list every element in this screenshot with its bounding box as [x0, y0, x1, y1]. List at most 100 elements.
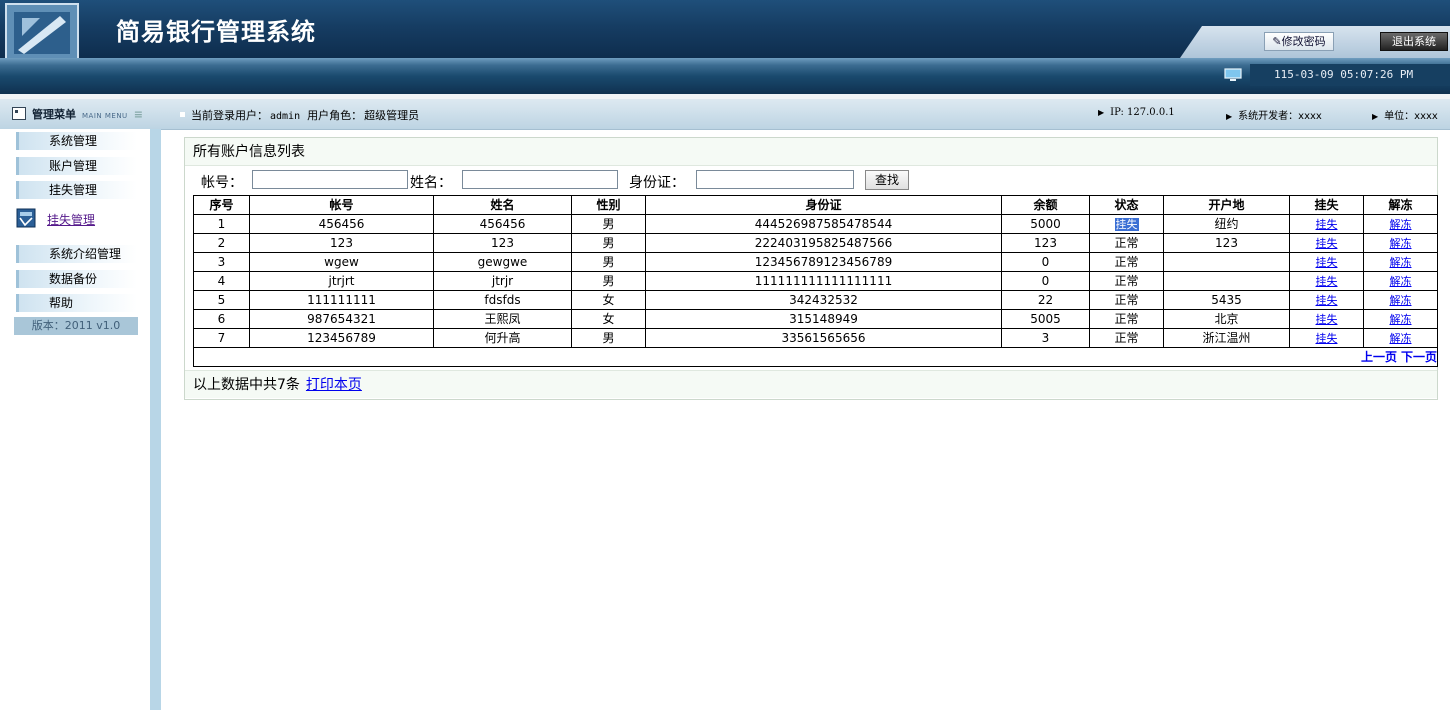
sidebar-item-account-management[interactable]: 账户管理 [16, 157, 137, 175]
unfreeze-link[interactable]: 解冻 [1390, 294, 1412, 307]
cell-balance: 22 [1001, 290, 1090, 310]
cell-status: 正常 [1089, 233, 1164, 253]
cell-gender: 女 [571, 309, 646, 329]
header-index: 序号 [193, 195, 250, 215]
report-loss-link[interactable]: 挂失 [1316, 256, 1338, 269]
sidebar-item-system-management[interactable]: 系统管理 [16, 132, 137, 150]
app-title: 简易银行管理系统 [116, 17, 316, 46]
next-page-link[interactable]: 下一页 [1401, 350, 1437, 364]
name-label: 姓名： [410, 175, 452, 191]
unfreeze-link[interactable]: 解冻 [1390, 332, 1412, 345]
print-page-link[interactable]: 打印本页 [306, 377, 362, 393]
report-loss-link[interactable]: 挂失 [1316, 218, 1338, 231]
cell-name: fdsfds [433, 290, 572, 310]
table-row: 7 123456789 何升高 男 33561565656 3 正常 浙江温州 … [193, 328, 1438, 348]
current-user-info: 当前登录用户： admin 用户角色： 超级管理员 [180, 107, 419, 123]
triangle-icon: ▶ [1372, 112, 1379, 121]
cell-id-card: 111111111111111111 [645, 271, 1002, 291]
cell-gender: 男 [571, 252, 646, 272]
sidebar-item-system-intro[interactable]: 系统介绍管理 [16, 245, 137, 263]
cell-id-card: 222403195825487566 [645, 233, 1002, 253]
main-menu-header: 管理菜单 MAIN MENU ≡ [12, 106, 143, 122]
cell-balance: 0 [1001, 252, 1090, 272]
role-label: 用户角色： [307, 109, 363, 122]
cell-unfreeze: 解冻 [1363, 233, 1438, 253]
cell-balance: 123 [1001, 233, 1090, 253]
cell-account: 111111111 [249, 290, 434, 310]
record-count-text: 以上数据中共7条 [193, 377, 300, 393]
cell-index: 7 [193, 328, 250, 348]
header-location: 开户地 [1163, 195, 1290, 215]
cell-id-card: 342432532 [645, 290, 1002, 310]
table-row: 4 jtrjrt jtrjr 男 111111111111111111 0 正常… [193, 271, 1438, 291]
sidebar-item-loss-management-active[interactable]: 挂失管理 [14, 208, 144, 232]
ip-text: IP: 127.0.0.1 [1110, 107, 1175, 118]
cell-gender: 女 [571, 290, 646, 310]
header-gender: 性别 [571, 195, 646, 215]
cell-unfreeze: 解冻 [1363, 252, 1438, 272]
menu-title: 管理菜单 [32, 108, 76, 121]
unfreeze-link[interactable]: 解冻 [1390, 275, 1412, 288]
table-row: 1 456456 456456 男 444526987585478544 500… [193, 214, 1438, 234]
cell-id-card: 315148949 [645, 309, 1002, 329]
developer-info: ▶ 系统开发者：xxxx [1226, 107, 1322, 122]
unfreeze-link[interactable]: 解冻 [1390, 256, 1412, 269]
header-account: 帐号 [249, 195, 434, 215]
prev-page-link[interactable]: 上一页 [1361, 350, 1397, 364]
cell-index: 6 [193, 309, 250, 329]
cell-location [1163, 271, 1290, 291]
unfreeze-link[interactable]: 解冻 [1390, 237, 1412, 250]
sidebar-item-loss-report[interactable]: 挂失管理 [16, 181, 137, 199]
cell-name: 何升高 [433, 328, 572, 348]
search-button[interactable]: 查找 [865, 170, 909, 190]
cell-balance: 5005 [1001, 309, 1090, 329]
active-item-label: 挂失管理 [47, 213, 96, 227]
cell-account: 123456789 [249, 328, 434, 348]
cell-index: 3 [193, 252, 250, 272]
cell-report-loss: 挂失 [1289, 252, 1364, 272]
report-loss-link[interactable]: 挂失 [1316, 332, 1338, 345]
sidebar-item-help[interactable]: 帮助 [16, 294, 137, 312]
developer-text: 系统开发者：xxxx [1238, 111, 1322, 122]
cell-gender: 男 [571, 271, 646, 291]
cell-location: 123 [1163, 233, 1290, 253]
cell-account: 987654321 [249, 309, 434, 329]
sidebar-item-data-backup[interactable]: 数据备份 [16, 270, 137, 288]
cell-id-card: 33561565656 [645, 328, 1002, 348]
cell-status: 挂失 [1089, 214, 1164, 234]
table-header-row: 序号 帐号 姓名 性别 身份证 余额 状态 开户地 挂失 解冻 [193, 195, 1438, 215]
id-label: 身份证： [629, 175, 685, 191]
cell-index: 1 [193, 214, 250, 234]
cell-location: 5435 [1163, 290, 1290, 310]
bullet-icon [180, 112, 185, 117]
cell-unfreeze: 解冻 [1363, 214, 1438, 234]
report-loss-link[interactable]: 挂失 [1316, 275, 1338, 288]
datetime-display: 115-03-09 05:07:26 PM [1250, 64, 1450, 86]
cell-report-loss: 挂失 [1289, 290, 1364, 310]
cell-name: jtrjr [433, 271, 572, 291]
cell-index: 2 [193, 233, 250, 253]
change-password-button[interactable]: ✎修改密码 [1264, 32, 1334, 51]
cell-gender: 男 [571, 233, 646, 253]
menu-icon [12, 107, 26, 120]
unfreeze-link[interactable]: 解冻 [1390, 218, 1412, 231]
report-loss-link[interactable]: 挂失 [1316, 313, 1338, 326]
account-input[interactable] [252, 170, 408, 189]
header-report-loss: 挂失 [1289, 195, 1364, 215]
panel-footer: 以上数据中共7条 打印本页 [185, 370, 1437, 398]
logout-button[interactable]: 退出系统 [1380, 32, 1448, 51]
monitor-icon [1224, 68, 1242, 81]
version-label: 版本：2011 v1.0 [14, 317, 138, 335]
cell-location: 北京 [1163, 309, 1290, 329]
cell-report-loss: 挂失 [1289, 233, 1364, 253]
cell-status: 正常 [1089, 309, 1164, 329]
cell-account: wgew [249, 252, 434, 272]
menu-subtitle: MAIN MENU [82, 112, 128, 120]
header-name: 姓名 [433, 195, 572, 215]
name-input[interactable] [462, 170, 618, 189]
pager-cell: 上一页 下一页 [193, 347, 1438, 367]
report-loss-link[interactable]: 挂失 [1316, 294, 1338, 307]
report-loss-link[interactable]: 挂失 [1316, 237, 1338, 250]
unfreeze-link[interactable]: 解冻 [1390, 313, 1412, 326]
id-input[interactable] [696, 170, 854, 189]
